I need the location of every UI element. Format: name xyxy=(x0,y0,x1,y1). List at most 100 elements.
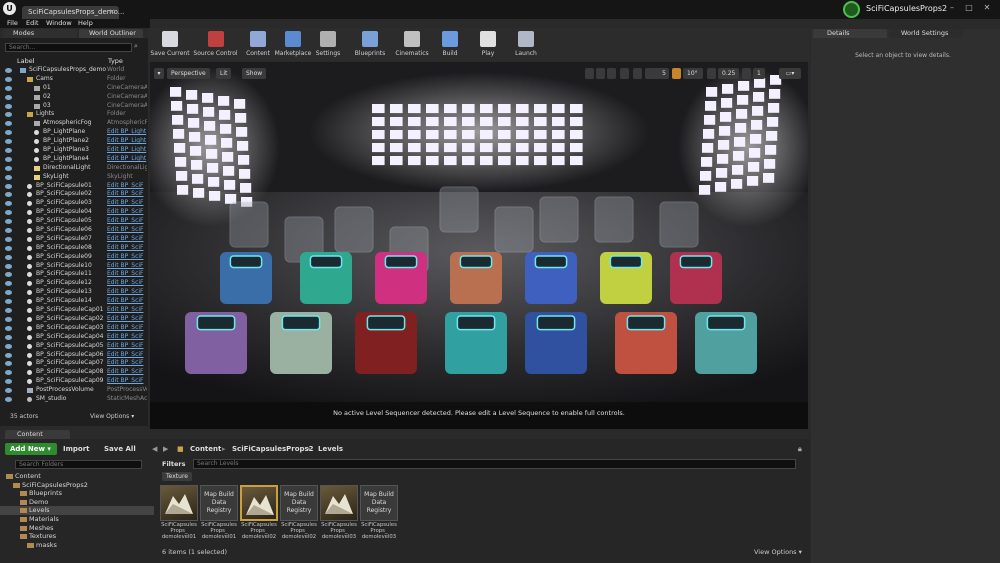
outliner-row[interactable]: BP_SciFiCapsule03 Edit BP_SciF xyxy=(0,199,148,208)
outliner-row[interactable]: AtmosphericFog AtmosphericF xyxy=(0,119,148,128)
project-badge-icon[interactable] xyxy=(843,1,860,18)
folder-tree-item[interactable]: Textures xyxy=(0,532,154,541)
search-folders-input[interactable]: Search Folders xyxy=(15,460,142,469)
close-icon[interactable]: ✕ xyxy=(109,8,115,16)
outliner-row[interactable]: BP_SciFiCapsuleCap09 Edit BP_SciF xyxy=(0,377,148,386)
column-header-label[interactable]: Label xyxy=(17,57,35,65)
visibility-eye-icon[interactable] xyxy=(5,165,12,171)
camera-speed-icon[interactable] xyxy=(742,68,751,79)
toolbar-play-button[interactable]: Play xyxy=(473,28,503,61)
level-document-tab[interactable]: SciFiCapsulesProps_demo... ✕ xyxy=(22,6,124,19)
surface-snap-icon[interactable] xyxy=(633,68,642,79)
outliner-row[interactable]: PostProcessVolume PostProcessVo xyxy=(0,386,148,395)
tab-content-browser[interactable]: Content Browser xyxy=(5,430,70,447)
outliner-row-type[interactable]: Edit BP_SciF xyxy=(107,324,147,333)
outliner-row-type[interactable]: Edit BP_SciF xyxy=(107,199,147,208)
column-header-type[interactable]: Type xyxy=(108,57,123,65)
visibility-eye-icon[interactable] xyxy=(5,192,12,198)
outliner-row[interactable]: BP_LightPlane2 Edit BP_Light xyxy=(0,137,148,146)
folder-tree-item[interactable]: Content xyxy=(0,472,154,481)
outliner-row[interactable]: SM_studio StaticMeshAc xyxy=(0,395,148,404)
visibility-eye-icon[interactable] xyxy=(5,201,12,207)
visibility-eye-icon[interactable] xyxy=(5,370,12,376)
outliner-row[interactable]: BP_SciFiCapsuleCap01 Edit BP_SciF xyxy=(0,306,148,315)
visibility-eye-icon[interactable] xyxy=(5,236,12,242)
outliner-row-type[interactable]: Edit BP_SciF xyxy=(107,288,147,297)
outliner-row[interactable]: 01 CineCameraA xyxy=(0,84,148,93)
outliner-row-type[interactable]: Edit BP_SciF xyxy=(107,244,147,253)
outliner-row-type[interactable]: Edit BP_SciF xyxy=(107,226,147,235)
filters-button[interactable]: Filters ▾ xyxy=(162,459,190,478)
outliner-row-type[interactable]: Edit BP_SciF xyxy=(107,182,147,191)
outliner-row-type[interactable]: Edit BP_SciF xyxy=(107,253,147,262)
back-icon[interactable]: ◀ xyxy=(152,443,157,455)
visibility-eye-icon[interactable] xyxy=(5,68,12,73)
visibility-eye-icon[interactable] xyxy=(5,130,12,136)
outliner-row[interactable]: 02 CineCameraA xyxy=(0,93,148,102)
asset-tile[interactable]: Map Build Data Registry SciFiCapsules Pro… xyxy=(280,485,318,541)
visibility-eye-icon[interactable] xyxy=(5,379,12,385)
forward-icon[interactable]: ▶ xyxy=(163,443,168,455)
rotate-tool-icon[interactable] xyxy=(596,68,605,79)
visibility-eye-icon[interactable] xyxy=(5,254,12,260)
folder-tree-item[interactable]: Materials xyxy=(0,515,154,524)
outliner-row[interactable]: BP_LightPlane Edit BP_Light xyxy=(0,128,148,137)
visibility-eye-icon[interactable] xyxy=(5,272,12,278)
breadcrumb-project[interactable]: SciFiCapsulesProps2 xyxy=(232,443,314,455)
menu-help[interactable]: Help xyxy=(78,19,93,28)
outliner-row[interactable]: BP_SciFiCapsule08 Edit BP_SciF xyxy=(0,244,148,253)
toolbar-build-button[interactable]: Build xyxy=(435,28,465,61)
visibility-eye-icon[interactable] xyxy=(5,316,12,322)
scale-snap-value[interactable]: 0.25 xyxy=(718,68,739,79)
outliner-row[interactable]: BP_SciFiCapsule06 Edit BP_SciF xyxy=(0,226,148,235)
texture-filter-chip[interactable]: Texture xyxy=(162,472,192,481)
outliner-row[interactable]: BP_LightPlane3 Edit BP_Light xyxy=(0,146,148,155)
breadcrumb-content[interactable]: Content xyxy=(190,443,221,455)
outliner-row-type[interactable]: Edit BP_SciF xyxy=(107,315,147,324)
outliner-row-type[interactable]: Edit BP_SciF xyxy=(107,217,147,226)
outliner-row-type[interactable]: Edit BP_Light xyxy=(107,137,147,146)
outliner-row-type[interactable]: Edit BP_SciF xyxy=(107,190,147,199)
outliner-row[interactable]: BP_SciFiCapsule05 Edit BP_SciF xyxy=(0,217,148,226)
visibility-eye-icon[interactable] xyxy=(5,121,12,127)
visibility-eye-icon[interactable] xyxy=(5,299,12,305)
outliner-view-options-button[interactable]: View Options ▾ xyxy=(90,413,134,420)
outliner-row[interactable]: BP_SciFiCapsuleCap03 Edit BP_SciF xyxy=(0,324,148,333)
outliner-search-input[interactable]: Search... xyxy=(5,43,132,52)
viewport-layout-icon[interactable]: ▭▾ xyxy=(779,68,801,79)
level-viewport[interactable] xyxy=(150,62,808,429)
save-all-button[interactable]: Save All xyxy=(104,443,144,455)
outliner-row-type[interactable]: Edit BP_Light xyxy=(107,155,147,164)
outliner-row-type[interactable]: Edit BP_SciF xyxy=(107,262,147,271)
outliner-row[interactable]: BP_SciFiCapsule01 Edit BP_SciF xyxy=(0,182,148,191)
minimize-button[interactable]: – xyxy=(946,3,958,13)
perspective-button[interactable]: Perspective xyxy=(167,68,210,79)
visibility-eye-icon[interactable] xyxy=(5,148,12,154)
visibility-eye-icon[interactable] xyxy=(5,281,12,287)
folder-tree-item[interactable]: Levels xyxy=(0,506,154,515)
asset-tile[interactable]: Map Build Data Registry SciFiCapsules Pro… xyxy=(360,485,398,541)
close-window-button[interactable]: ✕ xyxy=(981,3,993,13)
outliner-row[interactable]: BP_SciFiCapsule11 Edit BP_SciF xyxy=(0,270,148,279)
visibility-eye-icon[interactable] xyxy=(5,343,12,349)
asset-tile[interactable]: SciFiCapsules Props_ demolevel02 xyxy=(240,485,278,541)
visibility-eye-icon[interactable] xyxy=(5,308,12,314)
visibility-eye-icon[interactable] xyxy=(5,325,12,331)
outliner-row[interactable]: BP_SciFiCapsule02 Edit BP_SciF xyxy=(0,190,148,199)
toolbar-launch-button[interactable]: Launch xyxy=(509,28,543,61)
outliner-row-type[interactable]: Edit BP_SciF xyxy=(107,297,147,306)
toolbar-content-button[interactable]: Content xyxy=(244,28,272,61)
visibility-eye-icon[interactable] xyxy=(5,183,12,189)
outliner-row-type[interactable]: Edit BP_SciF xyxy=(107,333,147,342)
outliner-row[interactable]: BP_SciFiCapsule07 Edit BP_SciF xyxy=(0,235,148,244)
visibility-eye-icon[interactable] xyxy=(5,334,12,340)
view-mode-lit-button[interactable]: Lit xyxy=(216,68,232,79)
outliner-row-type[interactable]: Edit BP_SciF xyxy=(107,368,147,377)
asset-tile[interactable]: Map Build Data Registry SciFiCapsules Pro… xyxy=(200,485,238,541)
folder-tree-item[interactable]: Blueprints xyxy=(0,489,154,498)
folder-tree-item[interactable]: Demo xyxy=(0,498,154,507)
outliner-row[interactable]: SkyLight SkyLight xyxy=(0,173,148,182)
outliner-row[interactable]: BP_SciFiCapsuleCap02 Edit BP_SciF xyxy=(0,315,148,324)
visibility-eye-icon[interactable] xyxy=(5,112,12,118)
breadcrumb-levels[interactable]: Levels xyxy=(318,443,343,455)
